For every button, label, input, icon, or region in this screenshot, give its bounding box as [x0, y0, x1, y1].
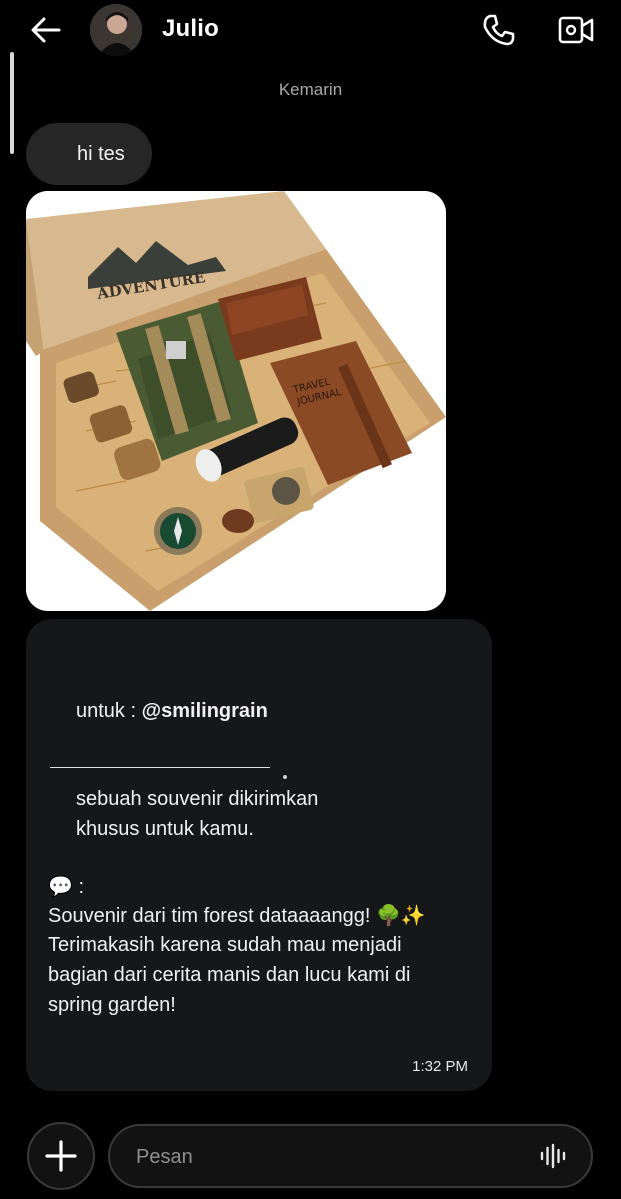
card-body-1: Souvenir dari tim forest dataaaangg! 🌳✨ — [48, 905, 426, 927]
speech-bubble-icon: 💬 — [48, 876, 73, 898]
recipient-prefix: untuk : — [76, 700, 142, 722]
recipient-handle[interactable]: @smilingrain — [142, 700, 268, 722]
card-body-4: spring garden! — [48, 994, 176, 1016]
scrollbar[interactable] — [10, 52, 14, 154]
avatar[interactable] — [90, 4, 142, 56]
message-bubble[interactable]: hi tes — [26, 123, 152, 185]
phone-icon[interactable] — [478, 10, 518, 50]
message-text: hi tes — [77, 143, 125, 165]
divider-dot — [283, 775, 287, 779]
date-separator: Kemarin — [278, 80, 343, 99]
message-input[interactable] — [134, 1126, 518, 1188]
contact-name[interactable]: Julio — [162, 15, 219, 43]
card-line-2: khusus untuk kamu. — [76, 818, 254, 840]
message-photo[interactable]: ADVENTURE TRAVEL JOURNAL — [26, 191, 446, 611]
add-attachment-button[interactable] — [27, 1122, 95, 1190]
chat-header: Julio — [0, 0, 621, 62]
card-line-1: sebuah souvenir dikirimkan — [76, 788, 319, 810]
adventure-box-photo: ADVENTURE TRAVEL JOURNAL — [26, 191, 446, 611]
voice-wave-icon[interactable] — [539, 1142, 567, 1170]
card-body-3: bagian dari cerita manis dan lucu kami d… — [48, 964, 411, 986]
video-camera-icon[interactable] — [556, 12, 596, 48]
speech-label: 💬 : — [48, 872, 84, 902]
message-composer — [108, 1124, 593, 1188]
souvenir-card-message[interactable] — [26, 619, 492, 1091]
divider — [50, 767, 270, 768]
avatar-image — [90, 4, 142, 56]
arrow-left-icon[interactable] — [28, 12, 64, 48]
message-timestamp: 1:32 PM — [412, 1058, 468, 1075]
card-body-2: Terimakasih karena sudah mau menjadi — [48, 934, 402, 956]
recipient-line: untuk : @smilingrain — [76, 696, 268, 726]
speech-suffix: : — [72, 876, 85, 898]
plus-icon — [45, 1140, 77, 1172]
